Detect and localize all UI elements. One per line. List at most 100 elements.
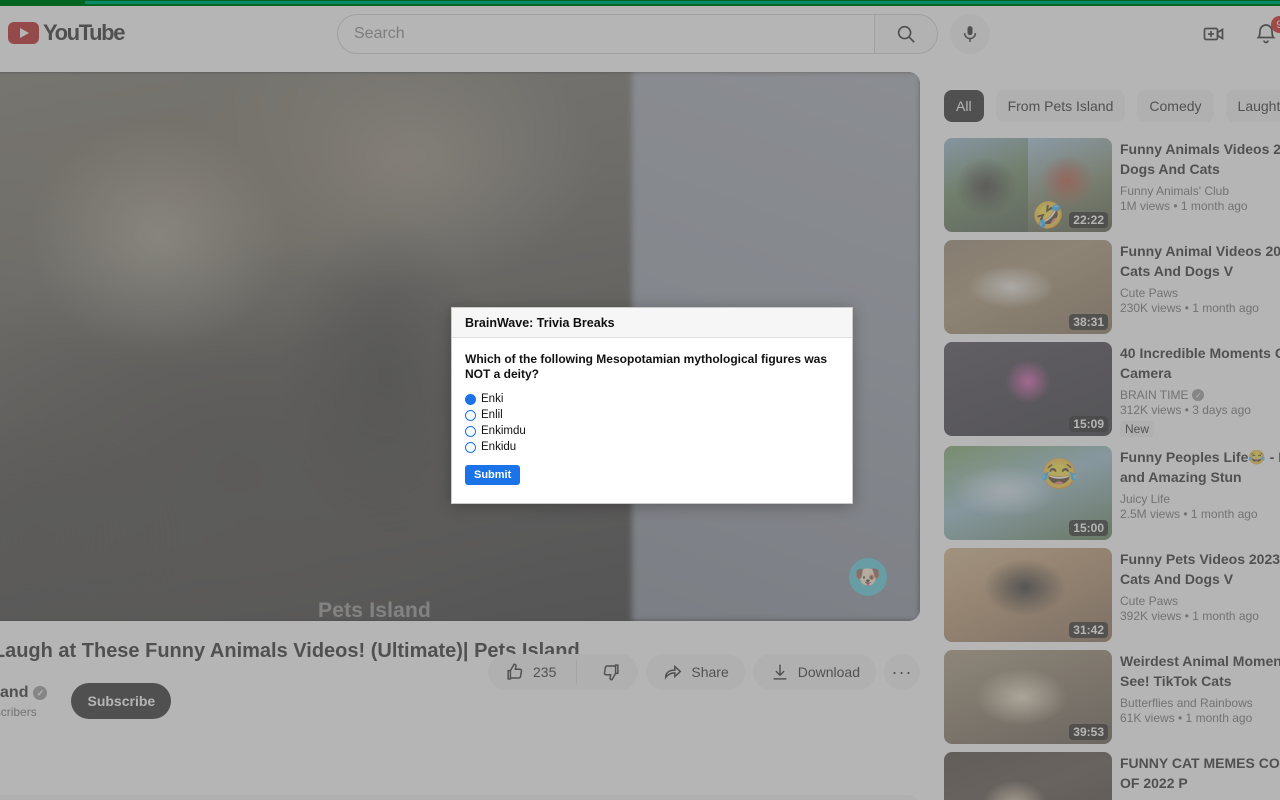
trivia-submit-button[interactable]: Submit [465,465,521,485]
filter-chip[interactable]: All [944,90,984,122]
channel-name-text: Cute Paws [1120,286,1179,300]
video-description-box[interactable]: views 8 hours ago #petsisland #pets #fun… [0,795,920,800]
video-metadata: Weirdest Animal Moment HAVE to See! TikT… [1120,650,1280,744]
youtube-logo[interactable]: YouTube [8,20,125,46]
youtube-wordmark: YouTube [43,20,125,45]
search-button[interactable] [874,14,938,54]
microphone-icon [963,26,977,42]
video-duration: 15:09 [1069,416,1108,432]
filter-chips: All From Pets Island Comedy Laughter [944,90,1280,122]
secondary-column: All From Pets Island Comedy Laughter 🤣22:22… [944,90,1280,800]
voice-search-button[interactable] [950,14,990,54]
create-video-button[interactable] [1194,14,1234,54]
video-thumbnail[interactable] [944,752,1112,800]
trivia-option[interactable]: Enkidu [465,439,839,455]
trivia-modal-title: BrainWave: Trivia Breaks [465,315,615,330]
new-badge: New [1120,421,1155,437]
verified-badge-icon: ✓ [33,686,48,700]
video-metadata: Funny Pets Videos 2023 🐱 Funniest Cats A… [1120,548,1280,642]
video-view-stats: 312K views • 3 days ago [1120,403,1251,417]
trivia-options: Enki Enlil Enkimdu Enkidu [465,391,839,455]
radio-button-icon[interactable] [465,425,476,437]
radio-button-icon[interactable] [465,441,476,453]
video-thumbnail[interactable]: 39:53 [944,650,1112,744]
recommended-video-item[interactable]: 31:42 Funny Pets Videos 2023 🐱 Funniest C… [944,548,1280,642]
video-metadata: Funny Animal Videos 202 Funniest Cats An… [1120,240,1280,334]
video-view-stats: 61K views • 1 month ago [1120,711,1253,725]
channel-name-text: Cute Paws [1120,594,1179,608]
video-duration: 38:31 [1069,314,1108,330]
radio-button-icon[interactable] [465,393,476,405]
video-thumbnail[interactable]: 15:09 [944,342,1112,436]
video-duration: 31:42 [1069,622,1108,638]
video-title-text: FUNNY CAT MEMES COMPILATION OF 2022 P [1120,755,1280,791]
recommended-video-item[interactable]: 🤣22:22Funny Animals Videos 20 - Funniest… [944,138,1280,232]
recommended-video-item[interactable]: 😂 15:00 Funny Peoples Life😂 - Fa Pranks an… [944,446,1280,540]
channel-info[interactable]: Pets Island ✓ 531K subscribers [0,683,48,719]
trivia-option[interactable]: Enlil [465,407,839,423]
video-title-text: Funny Peoples Life😂 - Fa Pranks and Amaz… [1120,449,1280,485]
subscribe-button[interactable]: Subscribe [71,683,172,719]
filter-chip[interactable]: Laughter [1225,90,1280,122]
recommended-video-item[interactable]: 15:09 40 Incredible Moments C on CCTV Cam… [944,342,1280,438]
search-icon [897,25,915,43]
video-duration: 22:22 [1069,212,1108,228]
recommended-video-item[interactable]: 39:53 Weirdest Animal Moment HAVE to See!… [944,650,1280,744]
subscriber-count: 531K subscribers [0,705,37,719]
video-metadata: 40 Incredible Moments C on CCTV Camera BR… [1120,342,1280,438]
video-channel-name[interactable]: Cute Paws [1120,594,1280,608]
trivia-option-label: Enkidu [481,441,517,453]
video-view-stats: 392K views • 1 month ago [1120,609,1259,623]
recommended-video-item[interactable]: FUNNY CAT MEMES COMPILATION OF 2022 P [944,752,1280,800]
trivia-option-label: Enlil [481,409,503,421]
video-metadata: Funny Animals Videos 20 - Funniest Dogs … [1120,138,1280,232]
notifications-button[interactable]: 9 [1246,14,1280,54]
trivia-question: Which of the following Mesopotamian myth… [465,352,828,381]
video-thumbnail[interactable]: 38:31 [944,240,1112,334]
thumbnail-emoji-overlay: 🤣 [1032,200,1065,230]
channel-name-text: Juicy Life [1120,492,1171,506]
video-thumbnail[interactable]: 😂 15:00 [944,446,1112,540]
create-camera-icon [1203,27,1224,41]
video-channel-name[interactable]: Cute Paws [1120,286,1280,300]
search-box[interactable] [337,14,874,54]
thumbs-up-icon [507,663,523,680]
video-channel-name[interactable]: Funny Animals' Club [1120,184,1280,198]
video-channel-name[interactable]: Butterflies and Rainbows [1120,696,1280,710]
video-title-text: Weirdest Animal Moment HAVE to See! TikT… [1120,653,1280,689]
share-button[interactable]: Share [646,654,745,690]
channel-avatar-overlay[interactable]: 🐶 [849,558,887,596]
recommended-video-item[interactable]: 38:31 Funny Animal Videos 202 Funniest Ca… [944,240,1280,334]
filter-chip[interactable]: Comedy [1137,90,1214,122]
progress-bar-segment [85,1,1280,4]
trivia-option[interactable]: Enkimdu [465,423,839,439]
channel-name-text: Pets Island [0,684,29,701]
dislike-button[interactable] [584,654,638,690]
video-thumbnail[interactable]: 🤣 22:22 [944,138,1112,232]
video-title-text: Funny Pets Videos 2023 🐱 Funniest Cats A… [1120,551,1280,587]
filter-chip[interactable]: From Pets Island [995,90,1126,122]
like-dislike-divider [576,660,578,684]
video-metadata: FUNNY CAT MEMES COMPILATION OF 2022 P [1120,752,1280,800]
like-dislike-group: 235 [488,654,639,690]
more-actions-button[interactable]: ··· [884,654,920,690]
like-button[interactable]: 235 [488,654,569,690]
video-duration: 39:53 [1069,724,1108,740]
video-view-stats: 2.5M views • 1 month ago [1120,507,1258,521]
recommended-videos-list: 🤣22:22Funny Animals Videos 20 - Funniest… [944,138,1280,800]
channel-name-text: Funny Animals' Club [1120,184,1230,198]
masthead: YouTube Search 9 [0,6,1280,60]
search-input[interactable] [354,25,874,43]
video-channel-name[interactable]: BRAIN TIME ✓ [1120,388,1280,402]
download-button[interactable]: Download [752,654,876,690]
download-label: Download [797,664,860,680]
video-thumbnail[interactable]: 31:42 [944,548,1112,642]
thumbs-down-icon [604,664,619,681]
channel-name[interactable]: Pets Island ✓ [0,683,48,703]
video-channel-name[interactable]: Juicy Life [1120,492,1280,506]
video-title-text: Funny Animals Videos 20 - Funniest Dogs … [1120,141,1280,177]
trivia-modal-header: BrainWave: Trivia Breaks [452,308,852,338]
trivia-option[interactable]: Enki [465,391,839,407]
video-metadata: Funny Peoples Life😂 - Fa Pranks and Amaz… [1120,446,1280,540]
radio-button-icon[interactable] [465,409,476,421]
